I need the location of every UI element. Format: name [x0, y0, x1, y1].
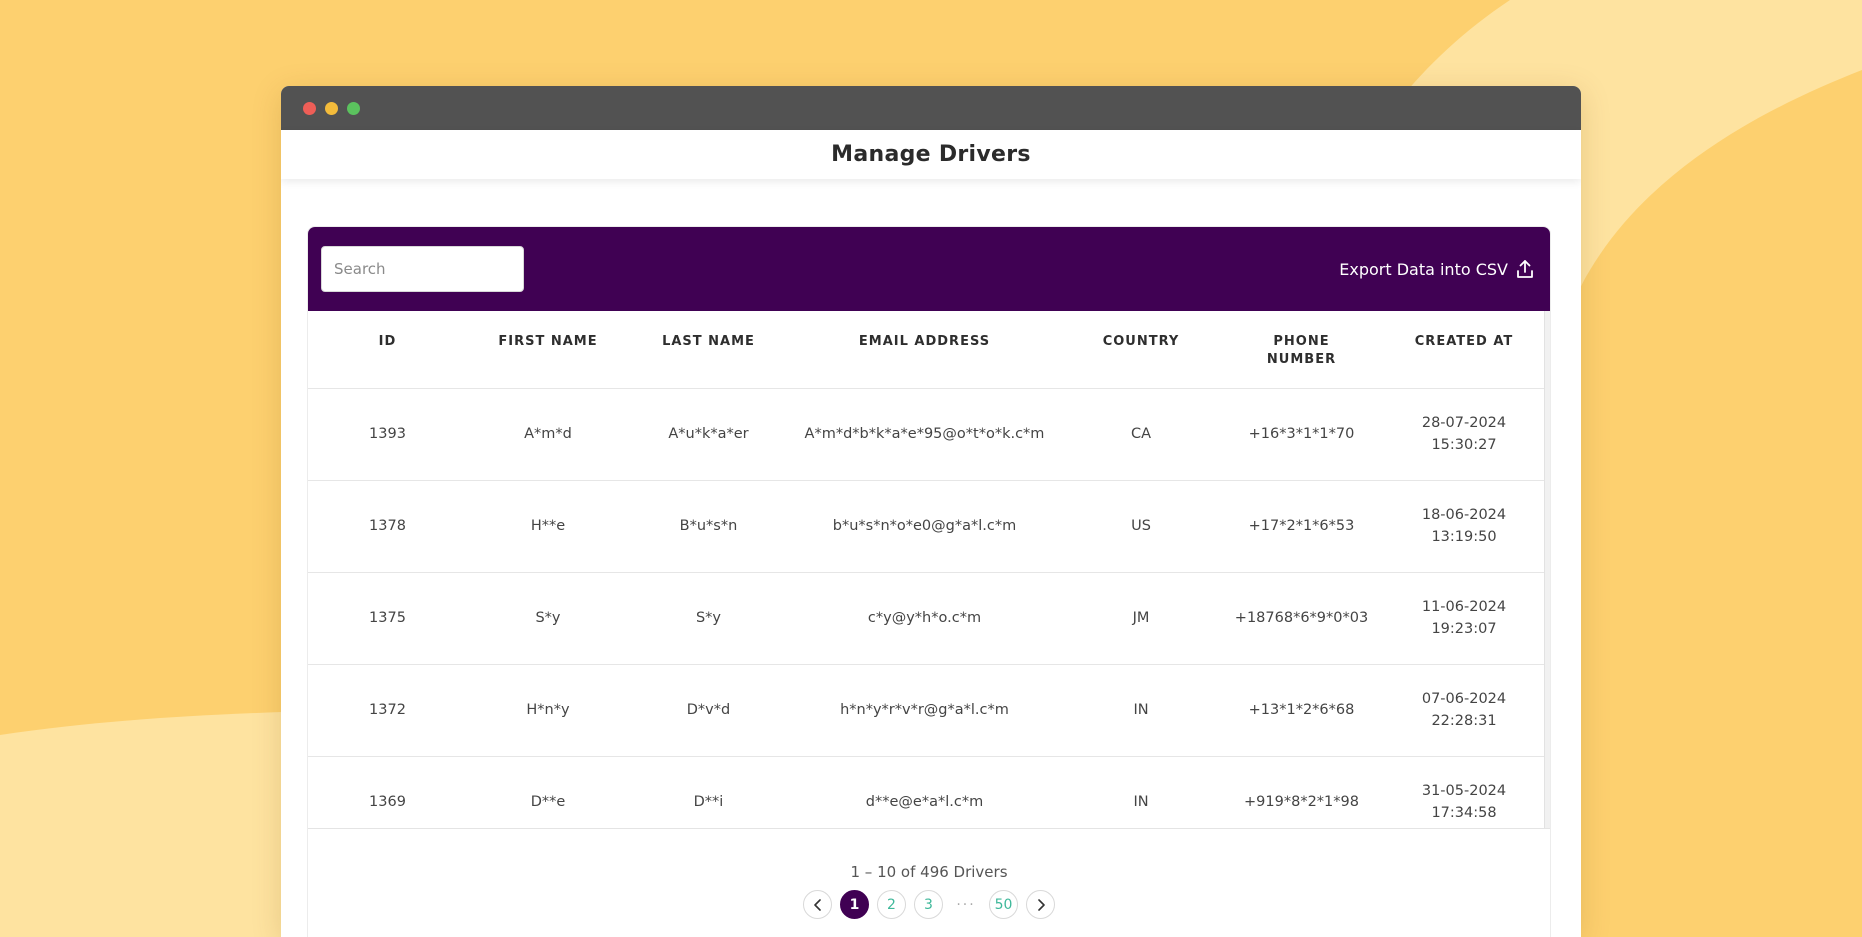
- table-row[interactable]: 1372 H*n*y D*v*d h*n*y*r*v*r@g*a*l.c*m I…: [308, 664, 1546, 757]
- cell-created-at: 07-06-2024 22:28:31: [1382, 664, 1546, 757]
- cell-country: US: [1061, 480, 1221, 573]
- cell-email: d**e@e*a*l.c*m: [788, 756, 1061, 828]
- cell-id: 1369: [308, 756, 467, 828]
- table-row[interactable]: 1375 S*y S*y c*y@y*h*o.c*m JM +18768*6*9…: [308, 572, 1546, 665]
- cell-date: 28-07-2024: [1421, 415, 1507, 431]
- upload-icon: [1517, 260, 1533, 278]
- cell-country: IN: [1061, 664, 1221, 757]
- chevron-right-icon: [1037, 898, 1045, 911]
- table-row[interactable]: 1369 D**e D**i d**e@e*a*l.c*m IN +919*8*…: [308, 756, 1546, 828]
- cell-phone: +18768*6*9*0*03: [1221, 572, 1382, 665]
- page-header: Manage Drivers: [281, 130, 1581, 179]
- cell-first-name: H**e: [467, 480, 629, 573]
- minimize-window-dot[interactable]: [325, 101, 338, 115]
- table-toolbar: Export Data into CSV: [308, 227, 1550, 311]
- cell-id: 1375: [308, 572, 467, 665]
- table-row[interactable]: 1393 A*m*d A*u*k*a*er A*m*d*b*k*a*e*95@o…: [308, 388, 1546, 481]
- cell-email: A*m*d*b*k*a*e*95@o*t*o*k.c*m: [788, 388, 1061, 481]
- export-csv-label: Export Data into CSV: [1339, 259, 1508, 279]
- close-window-dot[interactable]: [303, 101, 316, 115]
- drivers-card: Export Data into CSV ID FIRST NAME: [307, 226, 1551, 937]
- table-header-row: ID FIRST NAME LAST NAME EMAIL ADDRESS CO…: [308, 311, 1546, 389]
- cell-country: JM: [1061, 572, 1221, 665]
- table-footer: 1 – 10 of 496 Drivers 1 2 3 ··· 50: [308, 829, 1550, 919]
- cell-phone: +17*2*1*6*53: [1221, 480, 1382, 573]
- table-scroll-area[interactable]: ID FIRST NAME LAST NAME EMAIL ADDRESS CO…: [308, 311, 1550, 829]
- column-header-first-name[interactable]: FIRST NAME: [467, 311, 629, 389]
- page-button-1[interactable]: 1: [840, 890, 869, 919]
- cell-phone: +16*3*1*1*70: [1221, 388, 1382, 481]
- cell-time: 19:23:07: [1431, 621, 1497, 637]
- prev-page-button[interactable]: [803, 890, 832, 919]
- pagination-ellipsis: ···: [956, 896, 976, 913]
- cell-country: CA: [1061, 388, 1221, 481]
- page-button-2[interactable]: 2: [877, 890, 906, 919]
- next-page-button[interactable]: [1026, 890, 1055, 919]
- page-title: Manage Drivers: [831, 142, 1031, 167]
- table-scrollbar[interactable]: [1544, 311, 1550, 828]
- cell-first-name: D**e: [467, 756, 629, 828]
- chevron-left-icon: [813, 898, 821, 911]
- cell-created-at: 18-06-2024 13:19:50: [1382, 480, 1546, 573]
- column-header-created-at[interactable]: CREATED AT: [1382, 311, 1546, 389]
- cell-email: b*u*s*n*o*e0@g*a*l.c*m: [788, 480, 1061, 573]
- column-header-country[interactable]: COUNTRY: [1061, 311, 1221, 389]
- column-header-phone[interactable]: PHONE NUMBER: [1221, 311, 1382, 389]
- cell-date: 07-06-2024: [1421, 691, 1507, 707]
- cell-created-at: 28-07-2024 15:30:27: [1382, 388, 1546, 481]
- maximize-window-dot[interactable]: [347, 101, 360, 115]
- cell-time: 22:28:31: [1431, 713, 1497, 729]
- cell-first-name: S*y: [467, 572, 629, 665]
- search-input[interactable]: [321, 246, 524, 292]
- column-header-id[interactable]: ID: [308, 311, 467, 389]
- drivers-table: ID FIRST NAME LAST NAME EMAIL ADDRESS CO…: [308, 311, 1546, 828]
- pagination: 1 2 3 ··· 50: [308, 890, 1550, 919]
- cell-id: 1378: [308, 480, 467, 573]
- cell-last-name: D*v*d: [629, 664, 788, 757]
- cell-date: 31-05-2024: [1421, 783, 1507, 799]
- page-button-last[interactable]: 50: [989, 890, 1018, 919]
- cell-created-at: 31-05-2024 17:34:58: [1382, 756, 1546, 828]
- cell-last-name: D**i: [629, 756, 788, 828]
- cell-date: 18-06-2024: [1421, 507, 1507, 523]
- window-titlebar: [281, 86, 1581, 130]
- cell-id: 1393: [308, 388, 467, 481]
- column-header-email[interactable]: EMAIL ADDRESS: [788, 311, 1061, 389]
- cell-time: 17:34:58: [1431, 805, 1497, 821]
- cell-created-at: 11-06-2024 19:23:07: [1382, 572, 1546, 665]
- cell-country: IN: [1061, 756, 1221, 828]
- export-csv-button[interactable]: Export Data into CSV: [1339, 259, 1534, 279]
- cell-email: h*n*y*r*v*r@g*a*l.c*m: [788, 664, 1061, 757]
- cell-phone: +919*8*2*1*98: [1221, 756, 1382, 828]
- cell-id: 1372: [308, 664, 467, 757]
- cell-first-name: A*m*d: [467, 388, 629, 481]
- cell-time: 13:19:50: [1431, 529, 1497, 545]
- page-button-3[interactable]: 3: [914, 890, 943, 919]
- browser-window: Manage Drivers Export Data into CSV: [281, 86, 1581, 937]
- cell-date: 11-06-2024: [1421, 599, 1507, 615]
- cell-phone: +13*1*2*6*68: [1221, 664, 1382, 757]
- cell-first-name: H*n*y: [467, 664, 629, 757]
- pagination-summary: 1 – 10 of 496 Drivers: [850, 863, 1008, 881]
- table-row[interactable]: 1378 H**e B*u*s*n b*u*s*n*o*e0@g*a*l.c*m…: [308, 480, 1546, 573]
- cell-email: c*y@y*h*o.c*m: [788, 572, 1061, 665]
- column-header-last-name[interactable]: LAST NAME: [629, 311, 788, 389]
- cell-time: 15:30:27: [1431, 437, 1497, 453]
- column-header-phone-label: PHONE NUMBER: [1266, 334, 1337, 367]
- cell-last-name: B*u*s*n: [629, 480, 788, 573]
- cell-last-name: S*y: [629, 572, 788, 665]
- cell-last-name: A*u*k*a*er: [629, 388, 788, 481]
